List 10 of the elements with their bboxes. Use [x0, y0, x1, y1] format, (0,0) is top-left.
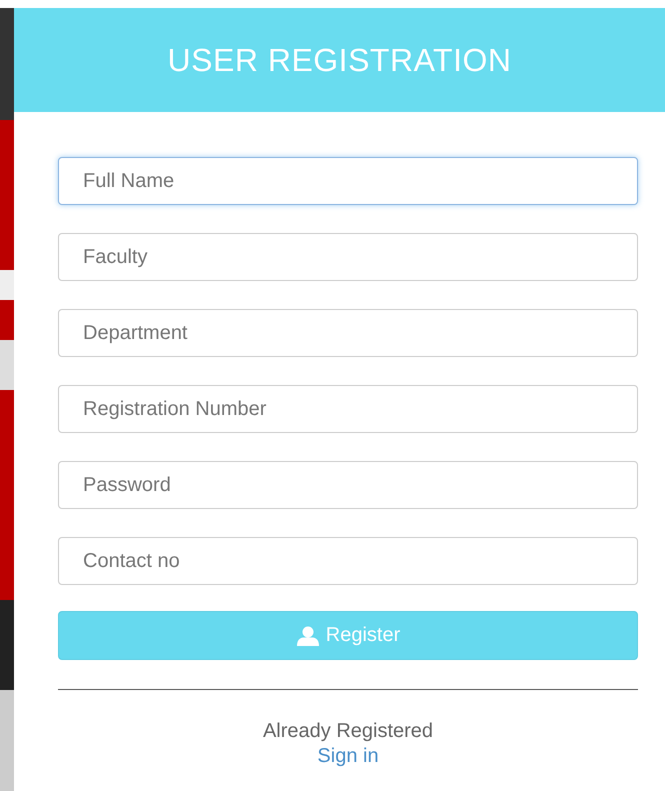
input-field[interactable]: Contact no	[58, 537, 638, 585]
already-registered-text: Already Registered	[262, 720, 434, 743]
input-field[interactable]: Password	[58, 461, 638, 509]
input-field[interactable]: Department	[58, 309, 638, 357]
input-field[interactable]: Full Name	[58, 157, 638, 205]
input-field[interactable]: Registration Number	[58, 385, 638, 433]
user-icon	[296, 626, 320, 646]
input-field[interactable]: Faculty	[58, 233, 638, 281]
page-title: USER REGISTRATION	[168, 42, 512, 78]
sign-in-link[interactable]: Sign in	[317, 745, 379, 768]
